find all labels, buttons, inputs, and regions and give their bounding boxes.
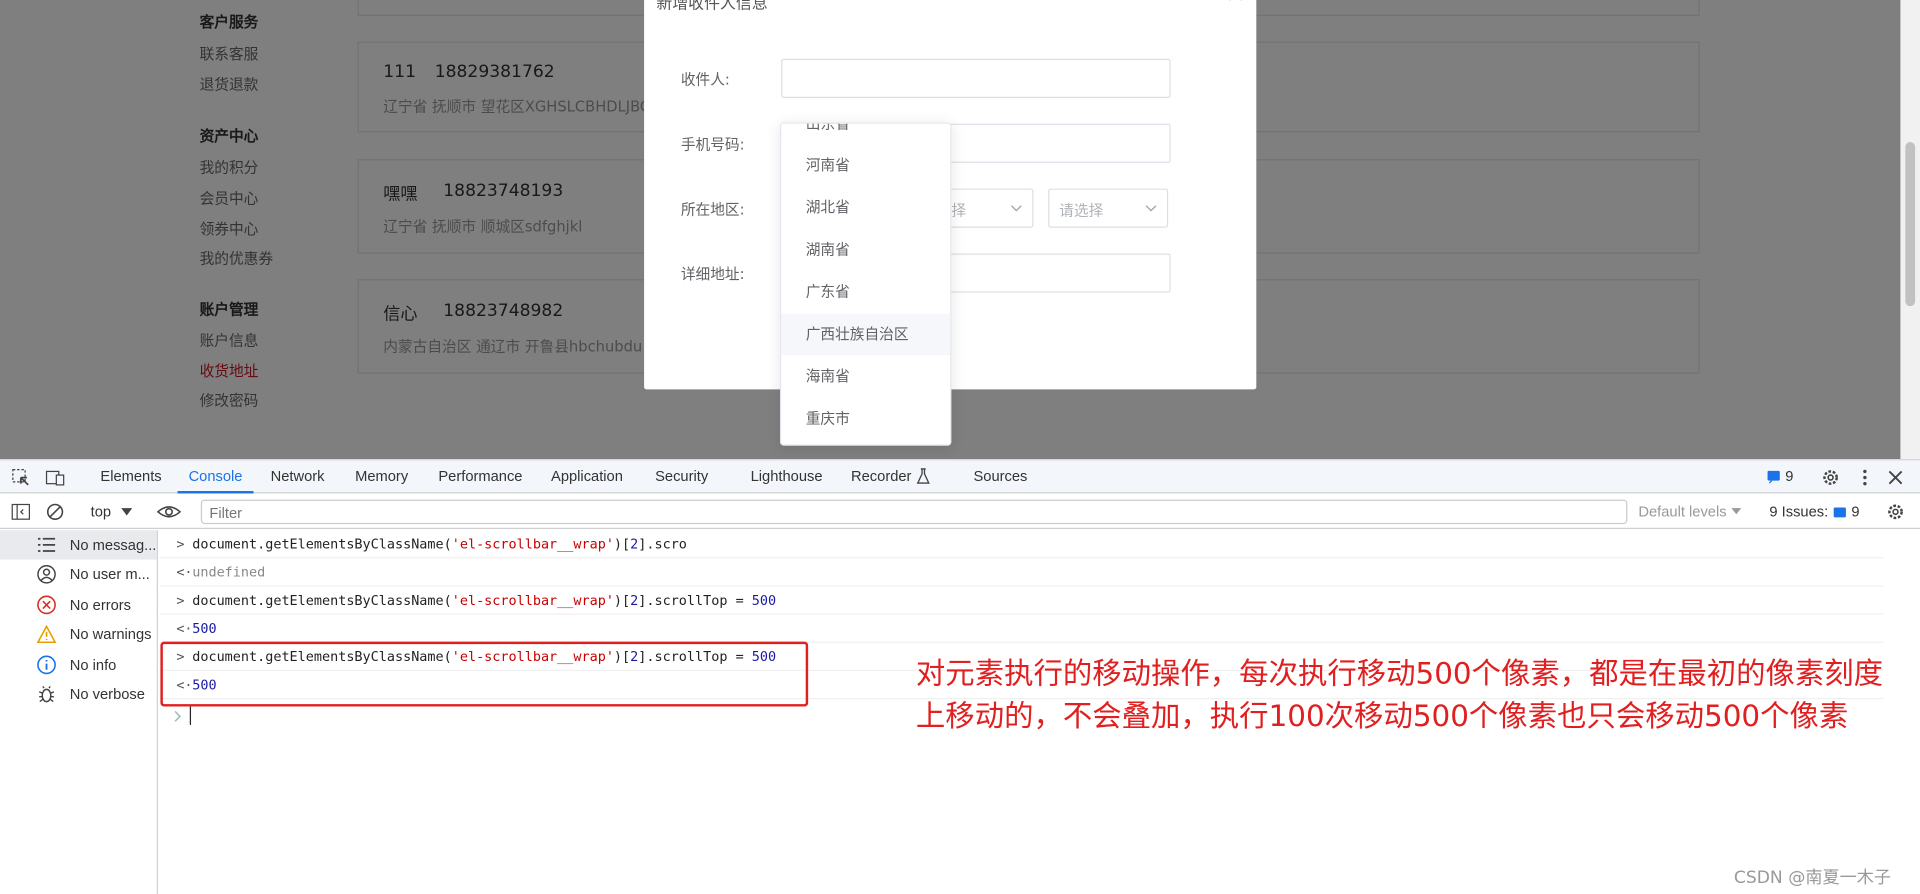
input-prompt: > [176, 592, 185, 609]
tab-memory[interactable]: Memory [355, 468, 408, 485]
eye-icon[interactable] [156, 502, 182, 522]
watermark: CSDN @南夏一木子 [1733, 868, 1892, 888]
console-result: undefined [192, 564, 266, 581]
close-icon[interactable] [1227, 0, 1244, 2]
console-settings-gear-icon[interactable] [1886, 502, 1906, 522]
dialog-title: 新增收件人信息 [656, 0, 768, 14]
caret-down-icon [121, 508, 133, 516]
text-cursor [189, 706, 192, 725]
district-select[interactable]: 请选择 [1048, 188, 1169, 228]
filter-input[interactable]: Filter [200, 499, 1628, 525]
flask-icon [916, 468, 930, 484]
screenshot-stage: 客户服务 联系客服 退货退款 资产中心 我的积分 会员中心 领券中心 我的优惠券… [0, 0, 1920, 894]
province-dropdown: 山东省 河南省 湖北省 湖南省 广东省 广西壮族自治区 海南省 重庆市 [780, 122, 952, 446]
error-icon [37, 595, 56, 615]
clear-console-icon[interactable] [45, 502, 65, 522]
tab-sources[interactable]: Sources [973, 468, 1027, 485]
issues-message-icon[interactable] [1767, 470, 1780, 484]
issues-count[interactable]: 9 [1851, 503, 1859, 520]
dropdown-option[interactable]: 海南省 [781, 355, 950, 397]
recipient-label: 收件人: [680, 71, 730, 89]
sidebar-item-label: No messag... [69, 536, 157, 554]
caret-down-icon [1731, 508, 1742, 515]
console-toolbar: top Filter Default levels 9 Issues: 9 [0, 494, 1920, 529]
default-levels-dropdown[interactable]: Default levels [1638, 503, 1726, 520]
dropdown-option-hovered[interactable]: 广西壮族自治区 [781, 313, 951, 356]
sidebar-item-label: No errors [69, 596, 132, 614]
dropdown-option[interactable]: 山东省 [781, 124, 950, 145]
sidebar-item-label: No info [69, 656, 117, 674]
list-icon [37, 537, 56, 552]
tab-network[interactable]: Network [271, 468, 325, 485]
region-label: 所在地区: [680, 200, 745, 218]
console-result-line: <· 500 [159, 615, 1884, 643]
dropdown-option[interactable]: 广东省 [781, 271, 950, 313]
dropdown-option[interactable]: 湖北省 [781, 186, 950, 228]
active-tab-indicator [177, 491, 254, 494]
more-options-icon[interactable] [1855, 468, 1875, 488]
sidebar-toggle-icon[interactable] [11, 502, 31, 522]
prompt-chevron-icon [174, 710, 182, 722]
page-scrollbar[interactable] [1900, 0, 1920, 460]
annotation-text: 对元素执行的移动操作，每次执行移动500个像素，都是在最初的像素刻度上移动的，不… [915, 656, 1884, 734]
dropdown-option[interactable]: 湖南省 [781, 229, 950, 271]
console-code[interactable]: document.getElementsByClassName('el-scro… [192, 593, 776, 609]
input-prompt: > [176, 536, 185, 553]
console-result-line: <· undefined [159, 558, 1884, 587]
issues-message-icon[interactable] [1833, 507, 1846, 520]
web-page: 客户服务 联系客服 退货退款 资产中心 我的积分 会员中心 领券中心 我的优惠券… [0, 0, 1920, 460]
console-input-line: > document.getElementsByClassName('el-sc… [159, 530, 1884, 559]
inspect-element-icon[interactable] [11, 468, 31, 488]
user-icon [37, 564, 56, 584]
close-devtools-icon[interactable] [1886, 468, 1906, 488]
sidebar-item-label: No verbose [69, 685, 145, 703]
address-label: 详细地址: [680, 265, 745, 283]
tab-application[interactable]: Application [551, 468, 623, 485]
context-selector[interactable]: top [91, 503, 111, 520]
scrollbar-thumb[interactable] [1905, 142, 1916, 307]
filter-placeholder: Filter [209, 504, 243, 522]
tab-lighthouse[interactable]: Lighthouse [751, 468, 823, 485]
sidebar-item-messages[interactable]: No messag... [0, 530, 157, 560]
result-marker: <· [176, 564, 193, 581]
sidebar-item-label: No warnings [69, 625, 152, 643]
city-select-placeholder: 择 [951, 202, 967, 220]
tab-console[interactable]: Console [189, 468, 243, 485]
highlight-box [160, 641, 809, 707]
console-sidebar: No messag... No user m... No errors No w… [0, 530, 158, 894]
tab-elements[interactable]: Elements [100, 468, 161, 485]
result-marker: <· [176, 620, 193, 637]
tab-recorder[interactable]: Recorder [851, 468, 911, 485]
bug-icon [38, 685, 55, 703]
issues-badge-count[interactable]: 9 [1785, 468, 1793, 485]
chevron-down-icon [1010, 205, 1022, 212]
sidebar-item-user-messages[interactable]: No user m... [0, 560, 157, 589]
sidebar-item-errors[interactable]: No errors [0, 590, 157, 619]
sidebar-item-info[interactable]: No info [0, 650, 157, 679]
chevron-down-icon [1145, 205, 1157, 212]
phone-label: 手机号码: [680, 135, 745, 154]
district-select-placeholder: 请选择 [1059, 202, 1104, 220]
devtools-tab-bar: Elements Console Network Memory Performa… [0, 460, 1920, 494]
tab-performance[interactable]: Performance [438, 468, 522, 485]
info-icon [37, 655, 56, 675]
console-result: 500 [192, 620, 217, 637]
warning-icon [36, 624, 57, 644]
sidebar-item-warnings[interactable]: No warnings [0, 620, 157, 649]
sidebar-item-verbose[interactable]: No verbose [0, 680, 157, 709]
tab-security[interactable]: Security [655, 468, 708, 485]
sidebar-item-label: No user m... [69, 565, 150, 583]
console-prompt[interactable] [174, 708, 184, 725]
device-toolbar-icon[interactable] [45, 468, 65, 488]
recipient-input[interactable] [781, 58, 1171, 98]
dropdown-option[interactable]: 重庆市 [781, 398, 950, 440]
console-input-line: > document.getElementsByClassName('el-sc… [159, 587, 1884, 615]
console-code[interactable]: document.getElementsByClassName('el-scro… [192, 536, 687, 552]
settings-gear-icon[interactable] [1821, 468, 1841, 488]
dropdown-option[interactable]: 河南省 [781, 144, 950, 186]
issues-label[interactable]: 9 Issues: [1769, 503, 1828, 520]
